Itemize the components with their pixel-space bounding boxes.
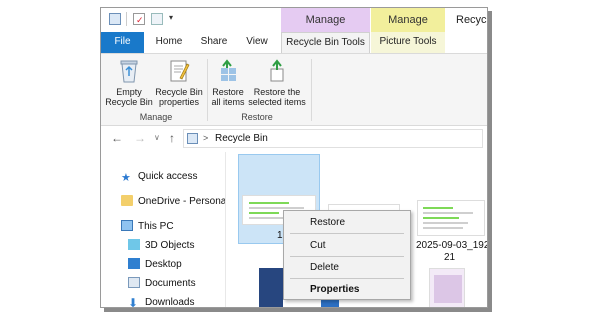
new-folder-icon[interactable] <box>151 13 163 25</box>
address-box[interactable]: > Recycle Bin <box>183 129 483 148</box>
menu-item-cut[interactable]: Cut <box>310 240 326 251</box>
restore-selected-items-button[interactable]: Restore the selected items <box>248 58 306 107</box>
properties-icon <box>168 58 190 84</box>
address-path[interactable]: Recycle Bin <box>215 133 268 144</box>
monitor-icon <box>121 220 133 231</box>
context-group-manage-picture: Manage <box>371 8 445 32</box>
nav-this-pc-label: This PC <box>138 221 174 232</box>
qat-dropdown-icon[interactable]: ▾ <box>169 13 173 22</box>
nav-desktop-label: Desktop <box>145 259 182 270</box>
file-thumbnail-6[interactable] <box>429 268 465 307</box>
cube-icon <box>128 239 140 250</box>
forward-arrow-icon[interactable]: → <box>134 131 146 145</box>
empty-recycle-bin-line1: Empty <box>116 87 142 97</box>
tab-share[interactable]: Share <box>194 32 234 53</box>
tab-picture-tools[interactable]: Picture Tools <box>371 32 445 53</box>
file-label-3-line1: 2025-09-03_1929 <box>416 240 488 251</box>
ribbon-separator-2 <box>311 59 312 121</box>
empty-recycle-bin-line2: Recycle Bin <box>105 97 153 107</box>
nav-onedrive[interactable]: OneDrive - Personal <box>121 195 229 209</box>
nav-3d-objects-label: 3D Objects <box>145 240 195 251</box>
nav-3d-objects[interactable]: 3D Objects <box>128 239 194 253</box>
rb-properties-line1: Recycle Bin <box>155 87 203 97</box>
restore-selected-line2: selected items <box>248 97 306 107</box>
navigation-bar: ← → ∨ ↑ > Recycle Bin <box>101 126 487 152</box>
desktop-icon <box>128 258 140 269</box>
file-label-selected: 1 <box>277 230 283 241</box>
restore-all-line2: all items <box>211 97 245 107</box>
menu-item-properties[interactable]: Properties <box>310 284 359 295</box>
tab-recycle-bin-tools[interactable]: Recycle Bin Tools <box>281 32 370 53</box>
context-menu: Restore Cut Delete Properties <box>283 210 411 300</box>
download-arrow-icon: ⬇ <box>128 296 139 308</box>
context-group-manage-recycle: Manage <box>281 8 370 32</box>
nav-desktop[interactable]: Desktop <box>128 258 182 272</box>
file-thumbnail-3[interactable] <box>417 200 485 236</box>
nav-downloads[interactable]: ⬇ Downloads <box>128 296 195 308</box>
recent-dropdown-icon[interactable]: ∨ <box>154 133 160 142</box>
nav-quick-access-label: Quick access <box>138 171 198 182</box>
navigation-pane: ★ Quick access OneDrive - Personal This P… <box>101 152 229 308</box>
menu-item-restore[interactable]: Restore <box>310 217 345 228</box>
restore-all-icon <box>217 58 239 84</box>
nav-documents-label: Documents <box>145 278 196 289</box>
recycle-bin-properties-button[interactable]: Recycle Bin properties <box>154 58 204 107</box>
menu-separator-3 <box>290 278 404 279</box>
menu-item-delete[interactable]: Delete <box>310 262 339 273</box>
properties-check-icon[interactable]: ✓ <box>133 13 145 25</box>
recycle-bin-icon <box>118 58 140 84</box>
nav-this-pc[interactable]: This PC <box>121 220 174 234</box>
nav-downloads-label: Downloads <box>145 297 195 308</box>
qat-divider <box>126 12 127 26</box>
up-arrow-icon[interactable]: ↑ <box>169 131 175 145</box>
nav-quick-access[interactable]: ★ Quick access <box>121 170 197 184</box>
tab-home[interactable]: Home <box>149 32 189 53</box>
star-icon: ★ <box>121 172 131 184</box>
file-thumbnail-4[interactable] <box>259 268 283 307</box>
menu-separator-2 <box>290 256 404 257</box>
group-label-manage: Manage <box>139 112 173 122</box>
address-recycle-icon <box>187 133 198 144</box>
ribbon: Empty Recycle Bin Recycle Bin properties… <box>101 53 487 126</box>
ribbon-tabs: File Home Share View Recycle Bin Tools P… <box>101 32 487 53</box>
restore-selected-icon <box>266 58 288 84</box>
nav-onedrive-label: OneDrive - Personal <box>138 196 229 207</box>
ribbon-separator-1 <box>207 59 208 121</box>
window-title: Recycle <box>456 14 487 26</box>
restore-selected-line1: Restore the <box>253 87 301 97</box>
file-label-3-line2: 21 <box>444 252 456 263</box>
empty-recycle-bin-button[interactable]: Empty Recycle Bin <box>104 58 154 107</box>
nav-documents[interactable]: Documents <box>128 277 196 291</box>
recycle-bin-small-icon <box>109 13 121 25</box>
back-arrow-icon[interactable]: ← <box>111 131 123 145</box>
address-separator: > <box>203 133 209 143</box>
tab-view[interactable]: View <box>238 32 276 53</box>
rb-properties-line2: properties <box>158 97 200 107</box>
restore-all-line1: Restore <box>212 87 244 97</box>
tab-file[interactable]: File <box>101 32 144 53</box>
menu-separator-1 <box>290 233 404 234</box>
folder-icon <box>121 195 133 206</box>
restore-all-items-button[interactable]: Restore all items <box>209 58 247 107</box>
document-icon <box>128 277 140 288</box>
group-label-restore: Restore <box>241 112 273 122</box>
